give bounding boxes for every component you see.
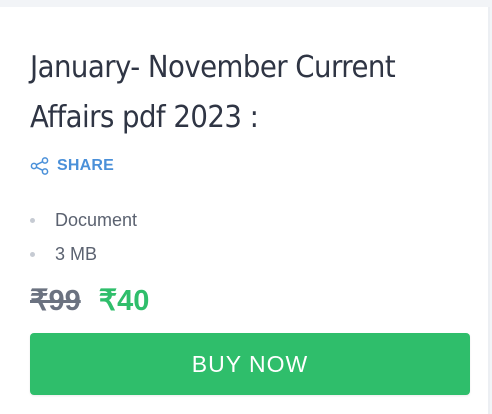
price-row: ₹99 ₹40 bbox=[30, 283, 149, 318]
meta-item-type: Document bbox=[30, 203, 137, 237]
share-button[interactable]: SHARE bbox=[30, 157, 114, 175]
product-card: January- November Current Affairs pdf 20… bbox=[0, 7, 490, 414]
bullet-icon bbox=[30, 251, 35, 257]
share-label: SHARE bbox=[57, 157, 115, 174]
product-meta-list: Document 3 MB bbox=[30, 203, 137, 271]
share-icon bbox=[30, 157, 49, 175]
meta-item-size: 3 MB bbox=[30, 237, 137, 271]
meta-item-label: 3 MB bbox=[55, 243, 98, 264]
meta-item-label: Document bbox=[55, 209, 138, 230]
original-price: ₹99 bbox=[30, 285, 81, 317]
product-title: January- November Current Affairs pdf 20… bbox=[30, 50, 396, 135]
buy-now-button[interactable]: BUY NOW bbox=[30, 333, 470, 395]
bullet-icon bbox=[30, 217, 35, 223]
sale-price: ₹40 bbox=[98, 285, 150, 317]
